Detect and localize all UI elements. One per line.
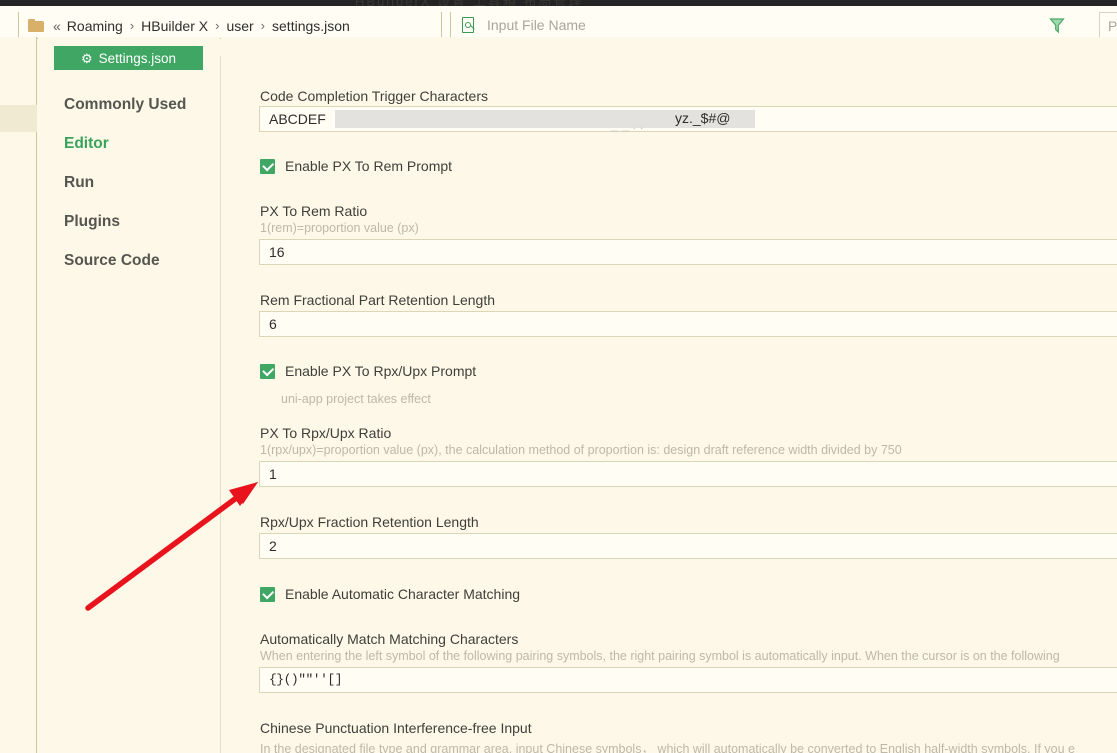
sidebar-item-label: Commonly Used [64,95,187,113]
enable-auto-char-matching-label: Enable Automatic Character Matching [285,586,521,602]
breadcrumb-item-settings-json[interactable]: settings.json [272,18,350,34]
chevron-right-icon: › [129,18,135,33]
path-bar: « Roaming › HBuilder X › user › settings… [0,6,1117,39]
enable-px-to-rem-row[interactable]: Enable PX To Rem Prompt [260,158,452,174]
settings-content-pane: Code Completion Trigger Characters ABCDE… [221,37,1117,753]
px-to-rpx-ratio-input[interactable]: 1 [259,461,1117,487]
rem-fraction-length-input[interactable]: 6 [259,311,1117,337]
sidebar-item-label: Run [64,173,95,191]
settings-nav-list: Commonly Used Editor Run Plugins Source … [38,85,220,280]
auto-match-characters-description: When entering the left symbol of the fol… [260,649,1060,663]
file-name-filter-placeholder[interactable]: Input File Name [487,17,586,33]
sidebar-item-editor[interactable]: Editor [38,124,220,163]
check-icon[interactable] [260,586,275,602]
funnel-filter-icon[interactable] [1049,17,1065,34]
code-completion-value-end: yz._$#@ [675,110,731,126]
enable-px-to-rem-label: Enable PX To Rem Prompt [285,158,453,174]
sidebar-item-label: Source Code [64,251,160,269]
chinese-punctuation-label: Chinese Punctuation Interference-free In… [260,720,532,736]
file-name-filter-bar[interactable]: Input File Name [450,12,1093,39]
px-to-rpx-ratio-label: PX To Rpx/Upx Ratio [260,425,392,441]
breadcrumb-item-user[interactable]: user [226,18,253,34]
breadcrumb-overflow-icon[interactable]: « [53,18,61,34]
px-to-rem-ratio-value: 16 [269,244,285,260]
check-icon[interactable] [260,158,275,174]
chevron-right-icon: › [260,18,266,33]
enable-px-to-rpx-label: Enable PX To Rpx/Upx Prompt [285,363,477,379]
px-to-rpx-ratio-value: 1 [269,466,277,482]
sidebar-item-label: Editor [64,134,109,152]
enable-auto-char-matching-row[interactable]: Enable Automatic Character Matching [260,586,520,602]
folder-icon [28,19,44,32]
px-to-rem-ratio-label: PX To Rem Ratio [260,203,368,219]
rpx-fraction-length-input[interactable]: 2 [259,533,1117,559]
breadcrumb-item-roaming[interactable]: Roaming [67,18,123,34]
px-to-rem-ratio-description: 1(rem)=proportion value (px) [260,221,419,235]
rpx-fraction-length-label: Rpx/Upx Fraction Retention Length [260,514,479,530]
sidebar-item-label: Plugins [64,212,120,230]
document-search-icon [462,16,477,34]
enable-px-to-rpx-description: uni-app project takes effect [281,392,431,406]
activity-strip-active-item[interactable] [0,105,37,132]
check-icon[interactable] [260,363,275,379]
settings-json-button-label: Settings.json [98,50,176,66]
breadcrumb: « Roaming › HBuilder X › user › settings… [28,12,350,39]
sidebar-item-plugins[interactable]: Plugins [38,202,220,241]
settings-window: HBuilderX 设置 工具箱 布局管理 « Roaming › HBuild… [0,0,1117,753]
auto-match-characters-value: {}()""''[] [269,672,343,687]
settings-sidebar: ⚙ Settings.json Commonly Used Editor Run… [38,37,220,753]
px-to-rpx-ratio-description: 1(rpx/upx)=proportion value (px), the ca… [260,443,902,457]
rem-fraction-length-label: Rem Fractional Part Retention Length [260,292,496,308]
breadcrumb-item-hbuilderx[interactable]: HBuilder X [141,18,208,34]
enable-px-to-rpx-row[interactable]: Enable PX To Rpx/Upx Prompt [260,363,476,379]
chevron-right-icon: › [215,18,220,33]
activity-strip [0,37,37,753]
px-to-rem-ratio-input[interactable]: 16 [259,239,1117,265]
sidebar-item-source-code[interactable]: Source Code [38,241,220,280]
sidebar-item-run[interactable]: Run [38,163,220,202]
code-completion-value-end-wrap: yz._$#@ [666,106,1117,132]
gear-icon: ⚙ [81,50,93,66]
chinese-punctuation-description: In the designated file type and grammar … [260,742,1075,753]
project-panel-label: Pr [1108,17,1117,34]
auto-match-characters-input[interactable]: {}()""''[] [259,667,1117,693]
auto-match-characters-label: Automatically Match Matching Characters [260,631,519,647]
rem-fraction-length-value: 6 [269,316,277,332]
code-completion-value-start: ABCDEF [269,111,326,127]
code-completion-label: Code Completion Trigger Characters [260,88,488,104]
settings-json-button[interactable]: ⚙ Settings.json [54,46,203,70]
sidebar-item-commonly-used[interactable]: Commonly Used [38,85,220,124]
rpx-fraction-length-value: 2 [269,538,277,554]
project-panel-field[interactable]: Pr [1099,12,1117,39]
